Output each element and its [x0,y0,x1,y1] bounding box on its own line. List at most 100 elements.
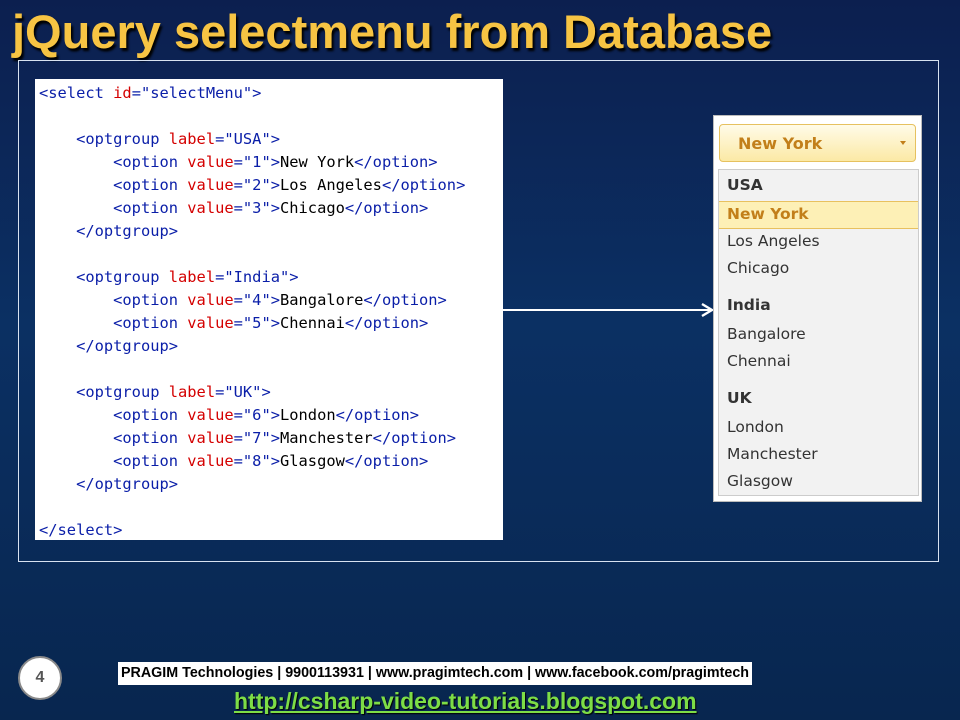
code-token-text: Manchester [280,429,373,447]
selectmenu-option-bangalore[interactable]: Bangalore [719,321,918,349]
code-token-tag: = [215,268,225,286]
footer-blog-link[interactable]: http://csharp-video-tutorials.blogspot.c… [234,688,697,715]
code-line: <optgroup label="India"> [39,266,503,289]
code-token-tag: </option> [363,291,447,309]
code-token-tag: <select [39,84,114,102]
code-token-tag: <option [113,429,188,447]
code-token-text: New York [280,153,355,171]
code-token-tag: <optgroup [76,130,169,148]
code-line: <select id="selectMenu"> [39,82,503,105]
code-line: <optgroup label="USA"> [39,128,503,151]
selectmenu-group-uk: UK [727,389,752,407]
selectmenu-option-london[interactable]: London [719,414,918,442]
code-token-tag: <optgroup [76,383,169,401]
code-token-tag: = [131,84,141,102]
selectmenu-group-india: India [727,296,771,314]
code-token-attr: value [187,452,234,470]
code-token-tag: = [233,452,243,470]
footer-contact-bar: PRAGIM Technologies | 9900113931 | www.p… [118,662,753,685]
code-token-attr: value [187,153,234,171]
code-token-tag: > [270,153,280,171]
code-token-tag: <option [113,199,188,217]
code-token-attr: value [187,406,234,424]
page-number-badge: 4 [18,656,62,700]
code-token-tag: = [233,176,243,194]
code-token-val: "India" [224,268,290,286]
code-token-tag: <option [113,176,188,194]
selectmenu-widget: New York USA New York Los Angeles Chicago In… [713,115,922,502]
code-token-tag: <option [113,314,188,332]
code-line: <optgroup label="UK"> [39,381,503,404]
code-token-attr: label [168,383,216,401]
code-token-attr: value [187,176,234,194]
code-token-tag: > [252,84,262,102]
code-token-tag: <optgroup [76,268,169,286]
code-token-text: Bangalore [280,291,364,309]
chevron-down-icon [900,141,906,145]
code-token-text: Los Angeles [280,176,382,194]
selectmenu-selected-label: New York [738,134,823,153]
code-token-tag: = [233,153,243,171]
code-token-val: "7" [242,429,271,447]
code-token-text: London [280,406,336,424]
code-token-tag: </option> [335,406,420,424]
code-token-tag: </optgroup> [76,475,179,493]
selectmenu-option-new-york[interactable]: New York [719,201,918,229]
code-token-tag: > [270,291,280,309]
code-token-val: "UK" [224,383,262,401]
selectmenu-option-chicago[interactable]: Chicago [719,255,918,283]
code-token-tag: </option> [372,429,457,447]
code-token-val: "5" [242,314,271,332]
code-token-val: "USA" [224,130,271,148]
code-token-tag: > [270,406,280,424]
code-token-val: "selectMenu" [140,84,253,102]
code-token-attr: value [187,199,234,217]
code-token-attr: id [113,84,132,102]
code-panel: <select id="selectMenu"> <optgroup label… [35,79,503,540]
code-line: <option value="7">Manchester</option> [39,427,503,450]
code-token-text: Glasgow [280,452,345,470]
code-token-tag: </option> [381,176,466,194]
code-token-attr: label [168,130,216,148]
code-token-tag: > [270,314,280,332]
code-token-attr: value [187,429,234,447]
selectmenu-option-glasgow[interactable]: Glasgow [719,468,918,496]
selectmenu-option-manchester[interactable]: Manchester [719,441,918,469]
code-token-tag: > [270,199,280,217]
code-line: <option value="2">Los Angeles</option> [39,174,503,197]
code-token-tag: <option [113,291,188,309]
code-token-tag: > [289,268,299,286]
code-token-tag: </option> [344,314,429,332]
selectmenu-button[interactable]: New York [719,124,916,162]
code-token-tag: = [215,383,225,401]
code-line: </select> [39,519,503,542]
selectmenu-option-chennai[interactable]: Chennai [719,348,918,376]
code-token-val: "2" [242,176,271,194]
selectmenu-option-los-angeles[interactable]: Los Angeles [719,228,918,256]
code-line: <option value="1">New York</option> [39,151,503,174]
code-token-tag: = [233,291,243,309]
code-token-text: Chennai [280,314,345,332]
code-line: </optgroup> [39,473,503,496]
code-token-tag: > [270,429,280,447]
code-token-tag: <option [113,452,188,470]
code-line: <option value="3">Chicago</option> [39,197,503,220]
code-token-tag: </option> [354,153,438,171]
code-token-tag: = [233,314,243,332]
code-token-tag: = [233,429,243,447]
code-line: </optgroup> [39,335,503,358]
selectmenu-list: USA New York Los Angeles Chicago India Bangal… [718,169,919,496]
